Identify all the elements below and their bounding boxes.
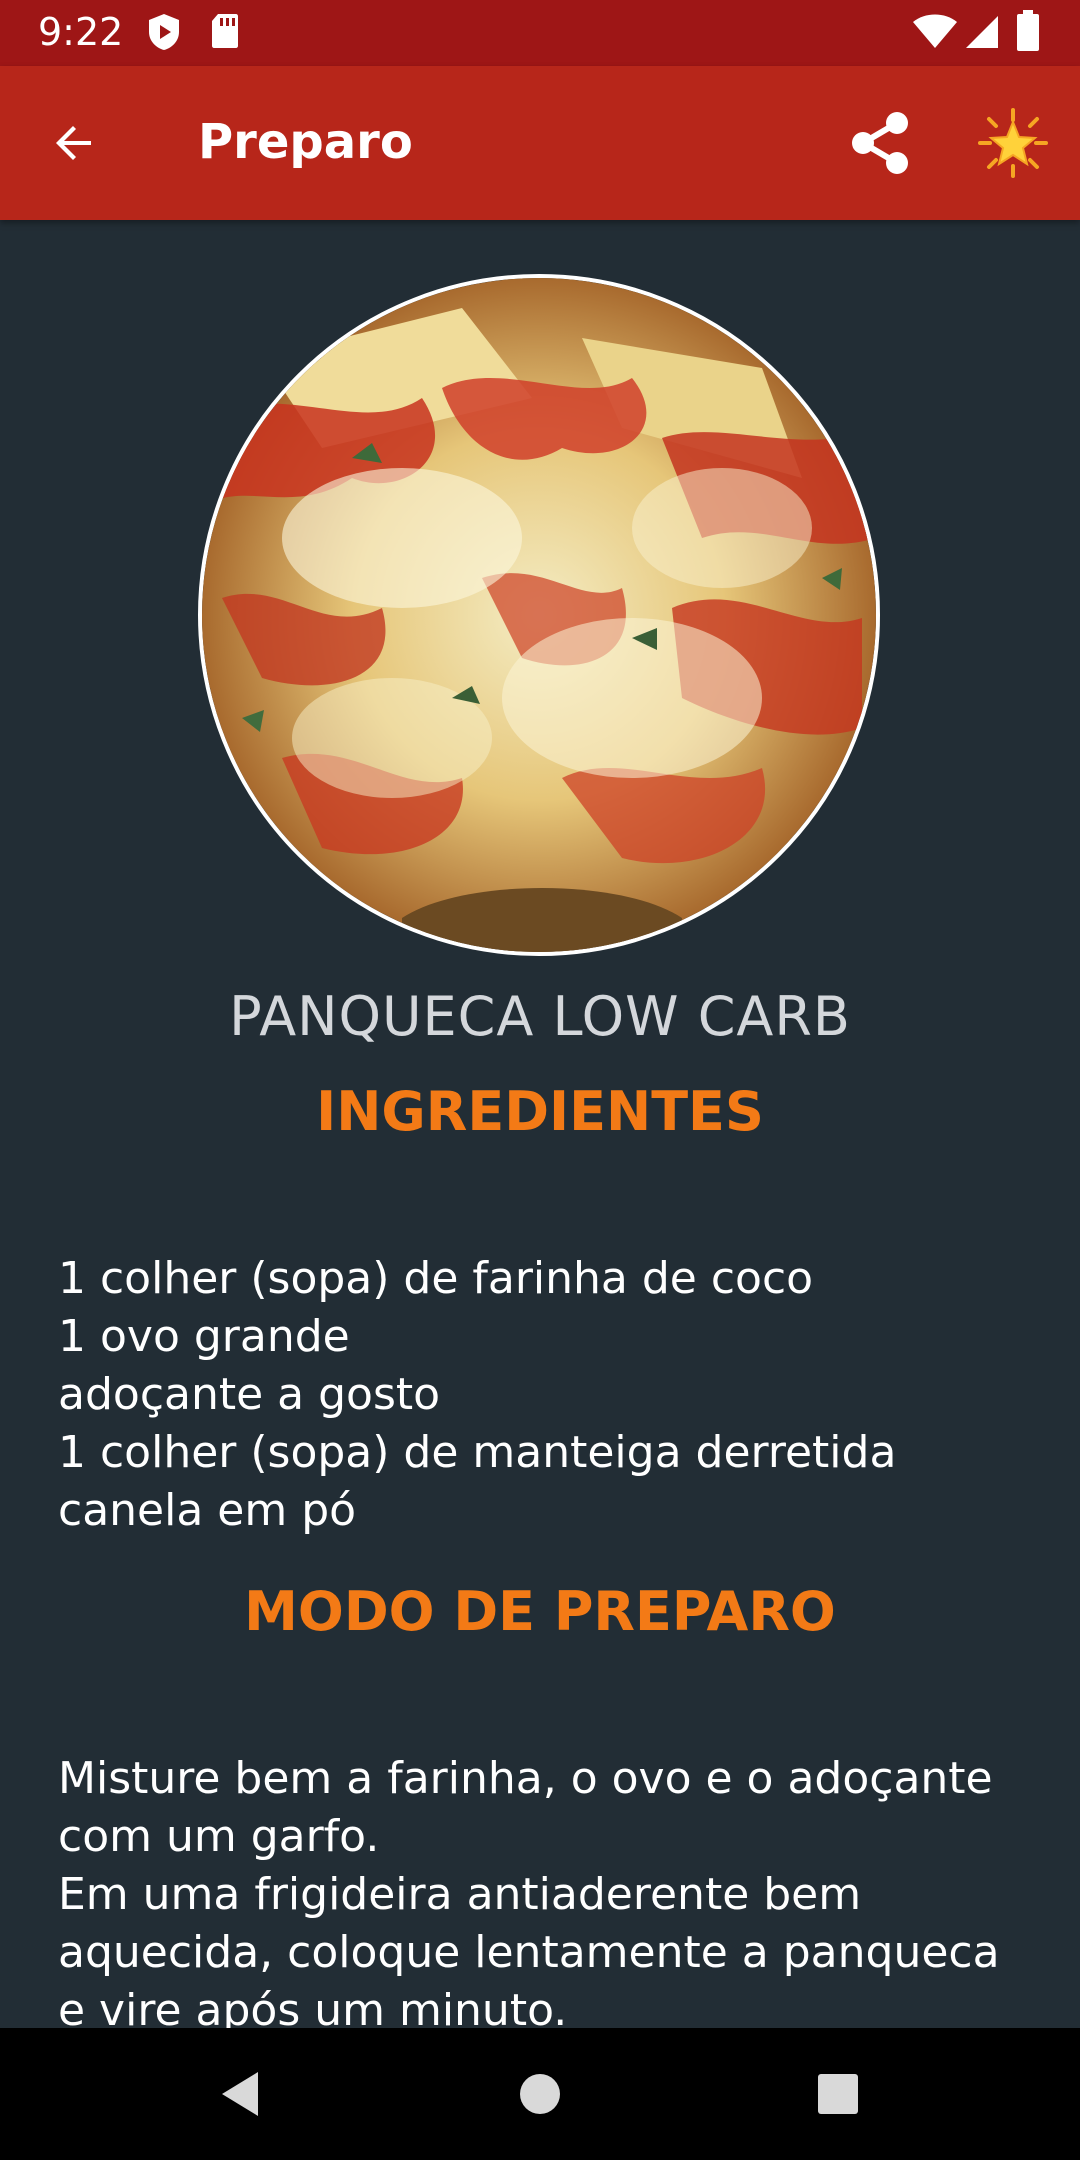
page-title: Preparo: [198, 114, 413, 170]
list-item: 1 colher (sopa) de manteiga derretida: [58, 1427, 897, 1478]
list-item: 1 ovo grande: [58, 1311, 350, 1362]
preparation-text: Misture bem a farinha, o ovo e o adoçant…: [58, 1750, 1038, 2028]
list-item: 1 colher (sopa) de farinha de coco: [58, 1253, 814, 1304]
signal-icon: [964, 14, 1000, 55]
play-protect-icon: [146, 12, 182, 57]
list-item: canela em pó: [58, 1485, 357, 1536]
text-line: com um garfo.: [58, 1811, 380, 1862]
status-bar: 9:22: [0, 0, 1080, 66]
nav-home-button[interactable]: [510, 2064, 570, 2124]
home-circle-icon: [520, 2074, 560, 2114]
text-line: aquecida, coloque lentamente a panqueca: [58, 1927, 1000, 1978]
text-line: Em uma frigideira antiaderente bem: [58, 1869, 862, 1920]
ingredients-list: 1 colher (sopa) de farinha de coco 1 ovo…: [58, 1250, 1038, 1540]
recipe-title: PANQUECA LOW CARB: [229, 985, 851, 1048]
app-bar: Preparo: [0, 66, 1080, 220]
arrow-back-icon: [56, 126, 91, 160]
recents-square-icon: [818, 2074, 858, 2114]
wifi-icon: [912, 14, 958, 55]
preparation-heading: MODO DE PREPARO: [244, 1580, 836, 1643]
recipe-photo: [198, 274, 880, 956]
sd-card-icon: [210, 12, 240, 55]
ingredients-heading: INGREDIENTES: [316, 1080, 764, 1143]
system-nav-bar: [0, 2028, 1080, 2160]
list-item: adoçante a gosto: [58, 1369, 441, 1420]
battery-icon: [1016, 10, 1040, 57]
text-line: Misture bem a farinha, o ovo e o adoçant…: [58, 1753, 993, 1804]
nav-recents-button[interactable]: [808, 2064, 868, 2124]
text-line: e vire após um minuto.: [58, 1985, 568, 2028]
favorite-button[interactable]: [958, 66, 1068, 220]
star-burst-icon: [978, 108, 1048, 178]
share-icon: [852, 112, 908, 174]
recipe-content[interactable]: PANQUECA LOW CARB INGREDIENTES 1 colher …: [0, 220, 1080, 2028]
status-time: 9:22: [38, 10, 124, 54]
nav-back-button[interactable]: [212, 2064, 272, 2124]
share-button[interactable]: [826, 66, 936, 220]
back-triangle-icon: [222, 2072, 258, 2116]
back-button[interactable]: [20, 66, 130, 220]
